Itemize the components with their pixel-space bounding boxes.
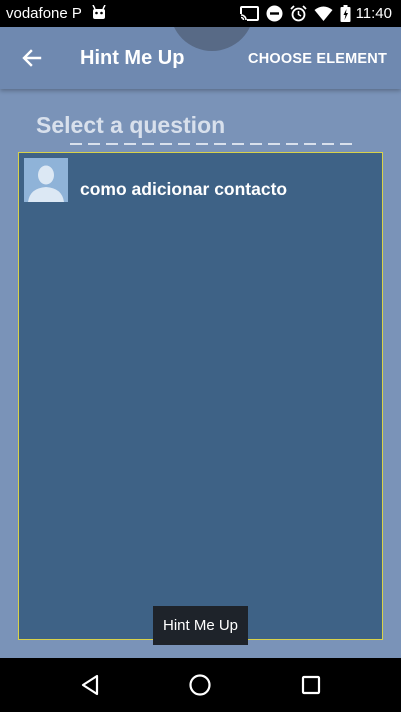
recents-square-icon[interactable] bbox=[298, 672, 324, 698]
default-avatar-icon bbox=[24, 158, 68, 202]
cast-icon bbox=[240, 6, 259, 21]
do-not-disturb-icon bbox=[266, 5, 283, 22]
carrier-label: vodafone P bbox=[6, 5, 82, 22]
app-title: Hint Me Up bbox=[80, 47, 185, 69]
wifi-icon bbox=[314, 6, 333, 21]
choose-element-button[interactable]: CHOOSE ELEMENT bbox=[248, 50, 387, 68]
navigation-bar bbox=[0, 658, 401, 712]
app-bar: Hint Me Up CHOOSE ELEMENT bbox=[0, 27, 401, 89]
toast-message: Hint Me Up bbox=[153, 606, 248, 645]
home-circle-icon[interactable] bbox=[187, 672, 213, 698]
status-bar: vodafone P 11:40 bbox=[0, 0, 401, 27]
questions-list: como adicionar contacto bbox=[18, 152, 383, 640]
list-item[interactable]: como adicionar contacto bbox=[24, 158, 378, 204]
page-heading: Select a question bbox=[36, 112, 226, 138]
arrow-back-icon[interactable] bbox=[20, 46, 44, 70]
clock: 11:40 bbox=[355, 5, 392, 22]
alarm-icon bbox=[290, 5, 307, 22]
question-label: como adicionar contacto bbox=[80, 179, 288, 199]
android-icon bbox=[92, 5, 106, 19]
dashed-underline bbox=[70, 143, 352, 145]
back-triangle-icon[interactable] bbox=[77, 672, 103, 698]
battery-icon bbox=[340, 5, 351, 22]
